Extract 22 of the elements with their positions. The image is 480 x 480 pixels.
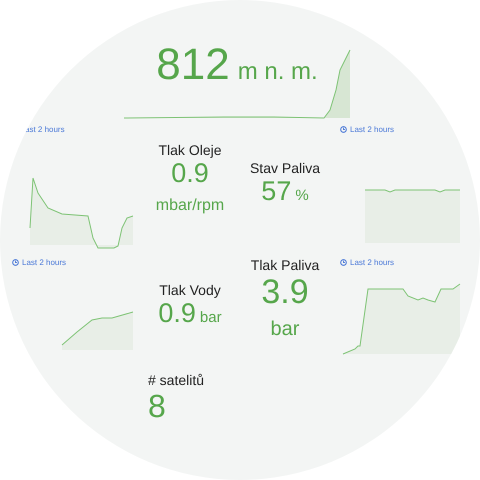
stat-value: 0.9: [171, 158, 209, 189]
clock-icon: [340, 259, 347, 266]
stat-value: 3.9: [261, 273, 309, 312]
clock-icon: [12, 259, 19, 266]
stat-title: Tlak Paliva: [250, 257, 320, 273]
stat-value: 0.9: [158, 298, 196, 328]
altitude-value: 812: [156, 40, 230, 90]
stat-unit: bar: [200, 309, 222, 326]
stat-value: 8: [148, 388, 166, 424]
time-range-link[interactable]: Last 2 hours: [350, 258, 394, 267]
stat-title: Stav Paliva: [250, 160, 320, 176]
stat-title: Tlak Oleje: [158, 142, 222, 158]
stat-unit: %: [295, 187, 309, 204]
stat-title: # satelitů: [148, 372, 204, 388]
stat-title: Tlak Vody: [159, 282, 221, 298]
altitude-unit: m n. m.: [238, 58, 318, 86]
time-range-link[interactable]: Last 2 hours: [22, 258, 66, 267]
stat-unit: bar: [270, 318, 300, 341]
stat-unit: mbar/rpm: [156, 197, 224, 215]
time-range-link[interactable]: Last 2 hours: [350, 125, 394, 134]
stat-value: 57: [261, 176, 292, 206]
clock-icon: [340, 126, 347, 133]
